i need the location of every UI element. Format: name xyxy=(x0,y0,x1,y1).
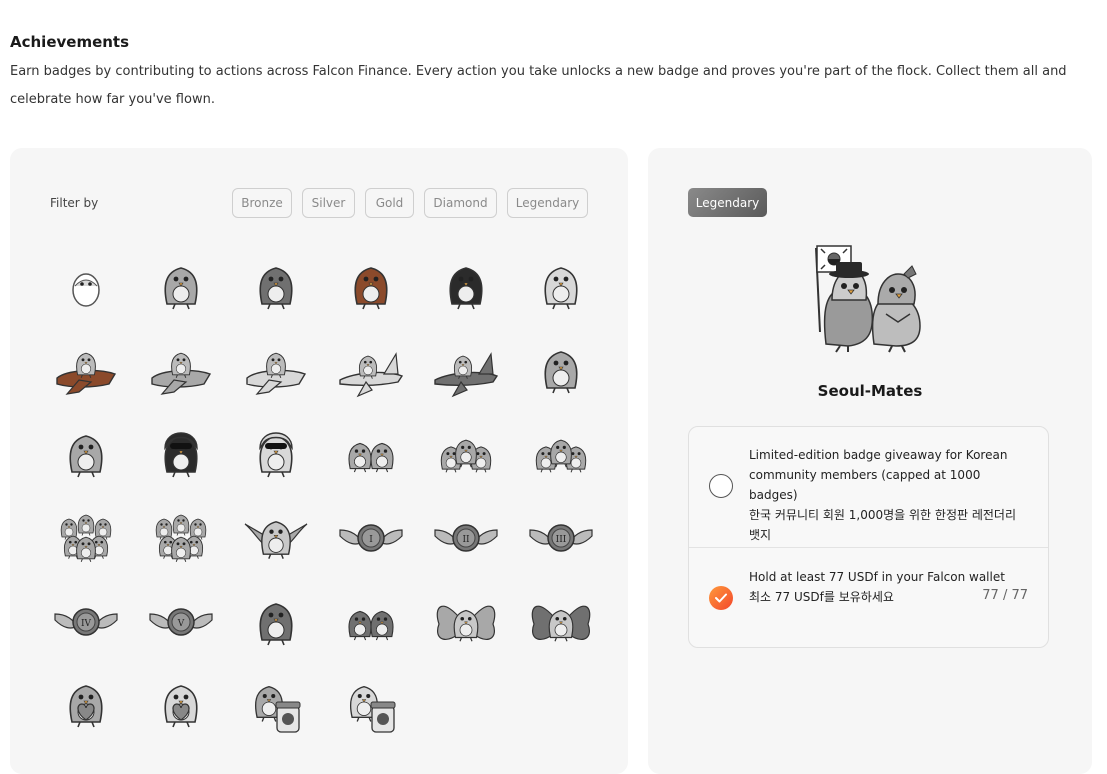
svg-text:IV: IV xyxy=(81,619,92,629)
check-circle-icon xyxy=(709,586,733,610)
badge-item[interactable] xyxy=(526,332,596,402)
pair-badge-icon xyxy=(348,610,394,641)
filter-gold[interactable]: Gold xyxy=(365,188,414,218)
falcon-badge-icon xyxy=(354,267,388,310)
requirement-description-korean: 최소 77 USDf를 보유하세요 xyxy=(749,590,894,604)
badge-item[interactable] xyxy=(146,332,216,402)
flock-badge-icon xyxy=(155,514,207,562)
butterfly-badge-icon xyxy=(531,605,591,642)
plane-badge-icon xyxy=(246,352,307,395)
badge-item[interactable] xyxy=(241,668,311,738)
plane-badge-icon xyxy=(56,352,117,395)
badge-item[interactable] xyxy=(51,248,121,318)
page-title: Achievements xyxy=(10,33,130,51)
falcon-badge-icon xyxy=(544,267,578,310)
badge-item[interactable] xyxy=(146,248,216,318)
badge-item[interactable] xyxy=(51,332,121,402)
filter-legendary[interactable]: Legendary xyxy=(507,188,588,218)
egg-badge-icon xyxy=(72,273,100,307)
badge-item[interactable] xyxy=(241,248,311,318)
badge-item[interactable] xyxy=(526,248,596,318)
badge-item[interactable] xyxy=(431,584,501,654)
filter-bronze[interactable]: Bronze xyxy=(232,188,292,218)
badge-item[interactable] xyxy=(241,584,311,654)
jar-badge-icon xyxy=(349,685,396,733)
requirement-item: Limited-edition badge giveaway for Korea… xyxy=(689,427,1048,548)
requirement-item: Hold at least 77 USDf in your Falcon wal… xyxy=(689,548,1048,647)
badge-item[interactable] xyxy=(241,332,311,402)
badge-item[interactable]: IV xyxy=(51,584,121,654)
butterfly-badge-icon xyxy=(436,605,496,642)
requirement-description-korean: 한국 커뮤니티 회원 1,000명을 위한 한정판 레전더리 뱃지 xyxy=(749,508,1017,542)
badge-item[interactable] xyxy=(241,500,311,570)
badge-item[interactable] xyxy=(241,416,311,486)
flock-badge-icon xyxy=(60,514,112,562)
plane-badge-icon xyxy=(151,352,212,395)
badge-item[interactable] xyxy=(431,416,501,486)
unchecked-circle-icon xyxy=(709,474,733,498)
pair-badge-icon xyxy=(348,442,394,473)
badge-item[interactable] xyxy=(336,416,406,486)
svg-text:V: V xyxy=(177,619,185,629)
badge-item[interactable] xyxy=(526,416,596,486)
svg-text:II: II xyxy=(462,535,470,545)
badge-item[interactable]: I xyxy=(336,500,406,570)
falcon-badge-icon xyxy=(259,603,293,646)
badge-item[interactable]: III xyxy=(526,500,596,570)
seoul-mates-icon xyxy=(815,245,921,353)
emblem-badge-icon: III xyxy=(529,524,593,552)
filter-label: Filter by xyxy=(50,196,99,210)
requirement-description: Limited-edition badge giveaway for Korea… xyxy=(749,448,1008,502)
badge-item[interactable] xyxy=(431,332,501,402)
heart-badge-icon xyxy=(164,685,198,728)
hood-badge-icon xyxy=(164,432,198,478)
badge-item[interactable] xyxy=(336,248,406,318)
badge-item[interactable] xyxy=(146,416,216,486)
requirement-text: Hold at least 77 USDf in your Falcon wal… xyxy=(749,567,1019,607)
hood-badge-icon xyxy=(259,432,293,478)
svg-text:I: I xyxy=(369,535,373,545)
trio-badge-icon xyxy=(535,439,587,473)
requirement-text: Limited-edition badge giveaway for Korea… xyxy=(749,445,1019,545)
jet-badge-icon xyxy=(339,352,404,398)
badge-name: Seoul-Mates xyxy=(817,382,923,400)
emblem-badge-icon: I xyxy=(339,524,403,552)
badge-grid-panel: Filter by Bronze Silver Gold Diamond Leg… xyxy=(10,148,628,774)
trio-badge-icon xyxy=(440,439,492,473)
filter-silver[interactable]: Silver xyxy=(302,188,355,218)
jar-badge-icon xyxy=(254,685,301,733)
svg-text:III: III xyxy=(556,535,567,545)
badge-detail-panel: Legendary Seoul-Mates Limited-edition ba… xyxy=(648,148,1092,774)
badge-item[interactable] xyxy=(146,500,216,570)
badge-item[interactable] xyxy=(431,248,501,318)
badge-item[interactable] xyxy=(336,332,406,402)
badge-item[interactable]: II xyxy=(431,500,501,570)
emblem-badge-icon: IV xyxy=(54,608,118,636)
badge-item[interactable] xyxy=(336,668,406,738)
heart-badge-icon xyxy=(69,685,103,728)
featured-badge-image xyxy=(808,240,932,356)
tier-tag: Legendary xyxy=(688,188,767,217)
wings-badge-icon xyxy=(244,521,308,559)
requirement-description: Hold at least 77 USDf in your Falcon wal… xyxy=(749,570,1005,584)
badge-item[interactable] xyxy=(526,584,596,654)
badge-item[interactable] xyxy=(51,500,121,570)
badge-item[interactable] xyxy=(336,584,406,654)
falcon-badge-icon xyxy=(259,267,293,310)
badge-item[interactable] xyxy=(146,668,216,738)
badge-item[interactable] xyxy=(51,668,121,738)
emblem-badge-icon: II xyxy=(434,524,498,552)
filter-diamond[interactable]: Diamond xyxy=(424,188,497,218)
requirement-progress: 77 / 77 xyxy=(982,588,1028,603)
badge-item[interactable] xyxy=(51,416,121,486)
falcon-badge-icon xyxy=(164,267,198,310)
falcon-badge-icon xyxy=(544,351,578,394)
requirements-card: Limited-edition badge giveaway for Korea… xyxy=(688,426,1049,648)
emblem-badge-icon: V xyxy=(149,608,213,636)
jet-badge-icon xyxy=(434,352,499,398)
falcon-badge-icon xyxy=(69,435,103,478)
page-description: Earn badges by contributing to actions a… xyxy=(10,64,1067,107)
falcon-badge-icon xyxy=(449,267,483,310)
badge-item[interactable]: V xyxy=(146,584,216,654)
